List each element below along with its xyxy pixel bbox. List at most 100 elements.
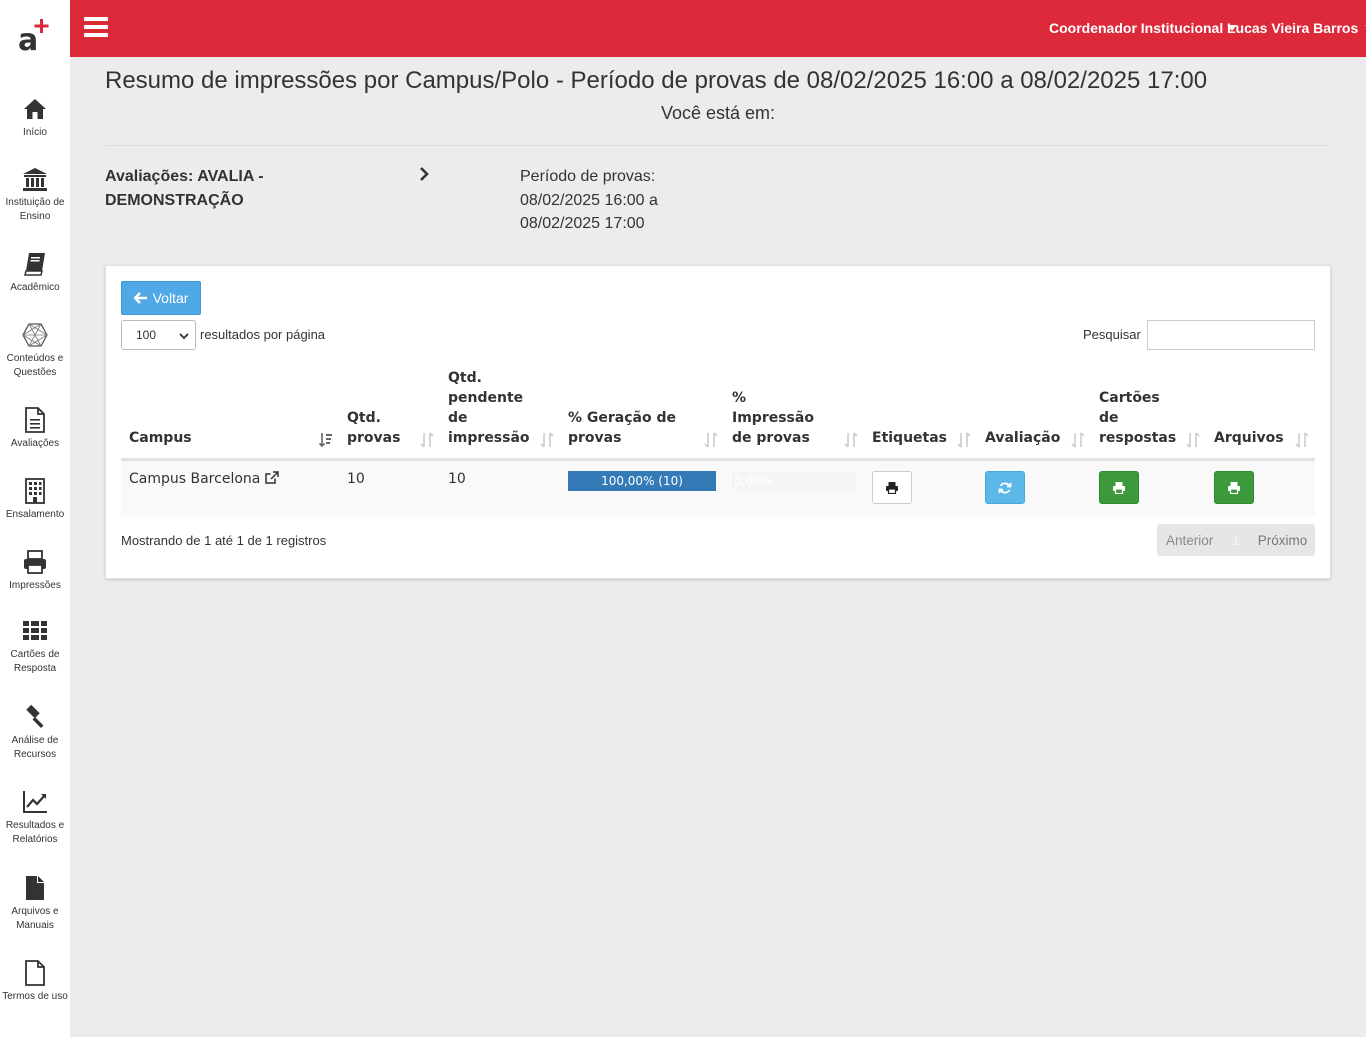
column-header-qtd-provas[interactable]: Qtd. provas	[339, 368, 440, 461]
period-label: Período de provas:	[520, 168, 656, 185]
sidebar-item-resultados[interactable]: Resultados e Relatórios	[0, 789, 70, 847]
exam-period: Período de provas: 08/02/2025 16:00 a 08…	[520, 165, 720, 236]
column-header-avaliacao[interactable]: Avaliação	[977, 368, 1091, 461]
breadcrumb: Você está em:	[660, 103, 776, 123]
results-panel: Voltar 100 resultados por página Pesquis…	[105, 265, 1331, 579]
book-icon	[24, 253, 45, 276]
print-labels-button[interactable]	[872, 471, 912, 504]
divider	[105, 145, 1330, 146]
column-header-impressao[interactable]: % Impressão de provas	[724, 368, 864, 461]
geracao-progress-bar: 100,00% (10)	[568, 471, 716, 491]
sidebar-item-academico[interactable]: Acadêmico	[0, 251, 70, 295]
column-header-etiquetas[interactable]: Etiquetas	[864, 368, 977, 461]
sidebar-item-impressoes[interactable]: Impressões	[0, 549, 70, 593]
sort-icon	[1295, 432, 1309, 448]
column-header-geracao[interactable]: % Geração de provas	[560, 368, 724, 461]
sidebar-item-cartoes[interactable]: Cartões de Resposta	[0, 618, 70, 676]
document-icon	[25, 407, 45, 433]
table-row: Campus Barcelona 10 10 100,00% (10) 0,00…	[121, 459, 1315, 517]
page-length-value: 100	[136, 328, 157, 342]
page-title: Resumo de impressões por Campus/Polo - P…	[105, 67, 1208, 94]
pagination-page[interactable]: 1	[1232, 533, 1240, 548]
pagination-next[interactable]: Próximo	[1258, 533, 1308, 548]
printer-icon	[886, 482, 898, 494]
cartoes-cell	[1091, 459, 1206, 517]
chevron-down-icon	[179, 333, 189, 340]
sidebar-item-analise[interactable]: Análise de Recursos	[0, 704, 70, 762]
sidebar-item-avaliacoes[interactable]: Avaliações	[0, 407, 70, 451]
chevron-right-icon[interactable]	[417, 166, 431, 182]
sidebar-item-label: Início	[23, 127, 47, 138]
role-dropdown[interactable]: Coordenador Institucional	[1049, 20, 1238, 36]
sidebar-item-instituicao[interactable]: Instituição de Ensino	[0, 166, 70, 224]
sidebar-item-conteudos[interactable]: Conteúdos e Questões	[0, 322, 70, 380]
column-header-arquivos[interactable]: Arquivos	[1206, 368, 1315, 461]
role-label: Coordenador Institucional	[1049, 20, 1224, 36]
search-input[interactable]	[1147, 320, 1315, 350]
external-link-icon[interactable]	[265, 471, 279, 484]
sort-icon	[420, 432, 434, 448]
sidebar-item-arquivos[interactable]: Arquivos e Manuais	[0, 875, 70, 933]
print-files-button[interactable]	[1214, 471, 1254, 504]
impressao-progress-label: 0,00%	[734, 474, 773, 488]
sidebar-item-label: Conteúdos e Questões	[6, 353, 64, 378]
etiquetas-cell	[864, 459, 977, 517]
sidebar: a Início Instituição de Ensino Acadêmico…	[0, 0, 70, 1037]
sidebar-item-label: Impressões	[9, 580, 61, 591]
table-info: Mostrando de 1 até 1 de 1 registros	[121, 533, 327, 548]
back-label: Voltar	[152, 290, 189, 306]
top-bar: Coordenador Institucional Lucas Vieira B…	[70, 0, 1366, 57]
sidebar-item-label: Instituição de Ensino	[5, 197, 65, 222]
evaluation-title: Avaliações: AVALIA - DEMONSTRAÇÃO	[105, 168, 264, 209]
sort-icon	[844, 432, 858, 448]
file-outline-icon	[25, 960, 45, 986]
sort-icon	[540, 432, 554, 448]
app-logo[interactable]: a	[16, 16, 56, 58]
sidebar-item-label: Ensalamento	[5, 509, 65, 520]
geracao-cell: 100,00% (10)	[560, 459, 724, 517]
table-header-row: Campus Qtd. provas Qtd. pendente de impr…	[121, 368, 1315, 461]
page-length-select[interactable]: 100	[121, 320, 196, 350]
chart-line-icon	[23, 791, 47, 813]
sidebar-item-label: Acadêmico	[10, 282, 60, 293]
sidebar-item-termos[interactable]: Termos de uso	[0, 960, 70, 1004]
sidebar-item-label: Análise de Recursos	[11, 735, 59, 760]
institution-icon	[23, 168, 47, 191]
campus-name[interactable]: Campus Barcelona	[129, 471, 260, 487]
menu-toggle-icon[interactable]	[84, 17, 108, 39]
sidebar-item-label: Termos de uso	[2, 991, 68, 1002]
period-start: 08/02/2025 16:00 a	[520, 191, 658, 209]
file-icon	[26, 876, 44, 900]
impressao-progress-bar: 0,00%	[732, 471, 856, 491]
campus-cell[interactable]: Campus Barcelona	[121, 459, 339, 517]
impressao-cell: 0,00%	[724, 459, 864, 517]
column-header-campus[interactable]: Campus	[121, 368, 339, 461]
sort-icon	[1186, 432, 1200, 448]
printer-icon	[1113, 482, 1125, 494]
qtd-pendente-cell: 10	[440, 459, 560, 517]
print-answer-cards-button[interactable]	[1099, 471, 1139, 504]
sort-asc-icon	[319, 433, 332, 448]
user-name: Lucas Vieira Barros	[1227, 20, 1359, 36]
printer-icon	[24, 550, 46, 574]
svg-text:a: a	[18, 23, 38, 56]
pagination: Anterior 1 Próximo	[1157, 524, 1315, 556]
pagination-previous[interactable]: Anterior	[1166, 533, 1213, 548]
printer-icon	[1228, 482, 1240, 494]
user-dropdown[interactable]: Lucas Vieira Barros	[1227, 20, 1366, 36]
column-header-cartoes[interactable]: Cartões de respostas	[1091, 368, 1206, 461]
period-end: 08/02/2025 17:00	[520, 215, 645, 232]
hexagon-network-icon	[22, 323, 48, 347]
search-label: Pesquisar	[1083, 327, 1141, 342]
column-header-qtd-pendente[interactable]: Qtd. pendente de impressão	[440, 368, 560, 461]
refresh-evaluation-button[interactable]	[985, 471, 1025, 504]
sidebar-item-label: Avaliações	[10, 438, 60, 449]
sort-icon	[957, 432, 971, 448]
avaliacao-cell	[977, 459, 1091, 517]
sort-icon	[1071, 432, 1085, 448]
sidebar-item-label: Arquivos e Manuais	[11, 906, 59, 931]
sidebar-item-ensalamento[interactable]: Ensalamento	[0, 478, 70, 522]
refresh-icon	[998, 482, 1012, 493]
gavel-icon	[26, 704, 44, 728]
back-button[interactable]: Voltar	[121, 281, 201, 315]
